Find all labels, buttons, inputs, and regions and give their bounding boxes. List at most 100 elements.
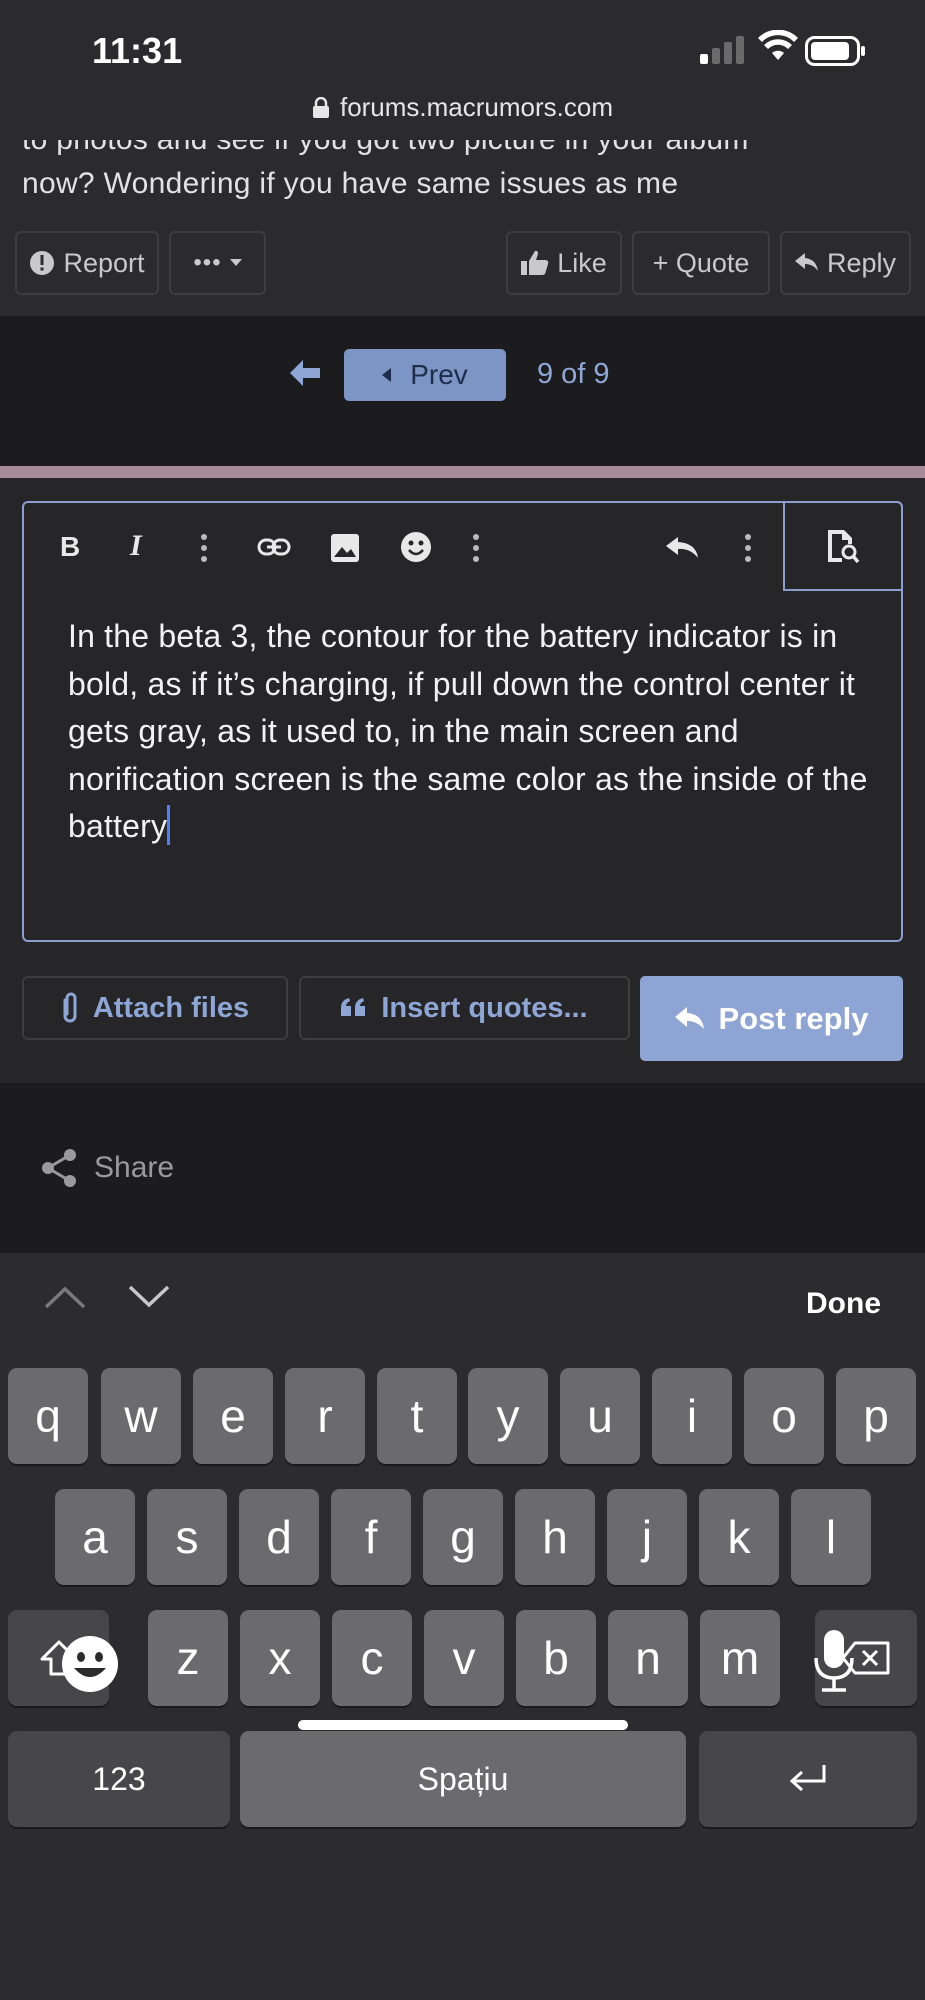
share-icon (42, 1149, 76, 1187)
attach-files-button[interactable]: Attach files (22, 976, 288, 1040)
quote-label: + Quote (652, 247, 750, 278)
preview-button[interactable] (783, 501, 903, 591)
caret-down-icon (229, 259, 242, 266)
microphone-icon[interactable] (812, 1628, 856, 1694)
arrow-left-icon[interactable] (290, 360, 320, 386)
key-g[interactable]: g (423, 1489, 503, 1585)
share-button[interactable]: Share (40, 1148, 174, 1188)
key-v[interactable]: v (424, 1610, 504, 1706)
emoji-icon[interactable] (400, 531, 432, 563)
more-vertical-icon[interactable] (744, 533, 752, 563)
numbers-key[interactable]: 123 (8, 1731, 230, 1827)
key-h[interactable]: h (515, 1489, 595, 1585)
space-key[interactable]: Spațiu (240, 1731, 686, 1827)
insert-quotes-label: Insert quotes... (381, 991, 588, 1024)
italic-icon[interactable]: I (130, 529, 142, 563)
quick-reply-region: B I In the beta 3, the contour for the b… (0, 478, 925, 1083)
chevron-left-icon (382, 368, 392, 382)
key-r[interactable]: r (285, 1368, 365, 1464)
status-bar: 11:31 forums.macrumors.com (0, 0, 925, 140)
status-time: 11:31 (92, 30, 183, 71)
url-text: forums.macrumors.com (339, 92, 614, 122)
reply-arrow-icon (794, 253, 818, 271)
key-y[interactable]: y (468, 1368, 548, 1464)
key-o[interactable]: o (744, 1368, 824, 1464)
key-t[interactable]: t (377, 1368, 457, 1464)
quote-button[interactable]: + Quote (632, 231, 770, 295)
report-label: Report (63, 247, 145, 278)
home-indicator (298, 1720, 628, 1730)
key-p[interactable]: p (836, 1368, 916, 1464)
bold-icon[interactable]: B (60, 531, 80, 563)
key-w[interactable]: w (101, 1368, 181, 1464)
quote-icon (341, 998, 366, 1016)
key-l[interactable]: l (791, 1489, 871, 1585)
prev-label: Prev (410, 359, 468, 390)
text-caret (167, 805, 171, 845)
keyboard-done-button[interactable]: Done (806, 1287, 881, 1321)
more-vertical-icon[interactable] (200, 533, 208, 563)
key-b[interactable]: b (516, 1610, 596, 1706)
key-k[interactable]: k (699, 1489, 779, 1585)
image-icon[interactable] (330, 533, 360, 563)
return-key[interactable] (699, 1731, 917, 1827)
pagination-bar: Prev 9 of 9 (0, 316, 925, 466)
lock-icon (312, 97, 329, 118)
key-f[interactable]: f (331, 1489, 411, 1585)
reply-editor[interactable]: B I In the beta 3, the contour for the b… (22, 501, 903, 942)
chevron-down-icon[interactable] (128, 1285, 170, 1309)
key-s[interactable]: s (147, 1489, 227, 1585)
editor-toolbar: B I (24, 501, 903, 591)
like-label: Like (557, 247, 607, 278)
reply-text: In the beta 3, the contour for the batte… (68, 618, 868, 844)
key-c[interactable]: c (332, 1610, 412, 1706)
post-text-line: now? Wondering if you have same issues a… (22, 167, 679, 200)
post-message: to photos and see if you got two picture… (0, 140, 925, 316)
prev-page-button[interactable]: Prev (344, 349, 506, 401)
share-label: Share (94, 1151, 175, 1184)
cellular-signal-icon (700, 36, 744, 64)
attach-files-label: Attach files (92, 991, 250, 1024)
key-j[interactable]: j (607, 1489, 687, 1585)
key-z[interactable]: z (148, 1610, 228, 1706)
more-label: ••• (193, 249, 222, 276)
link-icon[interactable] (257, 537, 291, 557)
emoji-keyboard-icon[interactable] (60, 1634, 120, 1694)
reply-text-area[interactable]: In the beta 3, the contour for the batte… (68, 613, 868, 851)
key-d[interactable]: d (239, 1489, 319, 1585)
more-vertical-icon[interactable] (472, 533, 480, 563)
return-icon (789, 1765, 826, 1792)
key-i[interactable]: i (652, 1368, 732, 1464)
key-n[interactable]: n (608, 1610, 688, 1706)
thumbs-up-icon (521, 250, 549, 275)
preview-icon (828, 530, 860, 564)
more-options-button[interactable]: ••• (169, 231, 266, 295)
report-button[interactable]: Report (15, 231, 159, 295)
insert-quotes-button[interactable]: Insert quotes... (299, 976, 630, 1040)
key-q[interactable]: q (8, 1368, 88, 1464)
key-e[interactable]: e (193, 1368, 273, 1464)
key-a[interactable]: a (55, 1489, 135, 1585)
key-x[interactable]: x (240, 1610, 320, 1706)
post-body: to photos and see if you got two picture… (22, 140, 912, 206)
battery-icon (805, 36, 865, 66)
address-bar[interactable]: forums.macrumors.com (0, 92, 925, 123)
wifi-icon (758, 30, 798, 60)
on-screen-keyboard: Done q w e r t y u i o p a s d f g h j k… (0, 1253, 925, 2000)
post-text-partial: to photos and see if you got two picture… (22, 140, 912, 162)
post-reply-label: Post reply (718, 1000, 869, 1036)
reply-label: Reply (826, 247, 897, 278)
section-divider (0, 466, 925, 478)
like-button[interactable]: Like (506, 231, 622, 295)
keyboard-toolbar: Done (0, 1253, 925, 1353)
chevron-up-icon[interactable] (44, 1285, 86, 1309)
reply-arrow-icon (674, 1006, 704, 1029)
share-region: Share (0, 1083, 925, 1253)
undo-icon[interactable] (666, 537, 700, 559)
key-u[interactable]: u (560, 1368, 640, 1464)
reply-button[interactable]: Reply (780, 231, 911, 295)
key-m[interactable]: m (700, 1610, 780, 1706)
post-reply-button[interactable]: Post reply (640, 976, 903, 1061)
page-status[interactable]: 9 of 9 (537, 358, 610, 391)
alert-icon (30, 251, 55, 275)
